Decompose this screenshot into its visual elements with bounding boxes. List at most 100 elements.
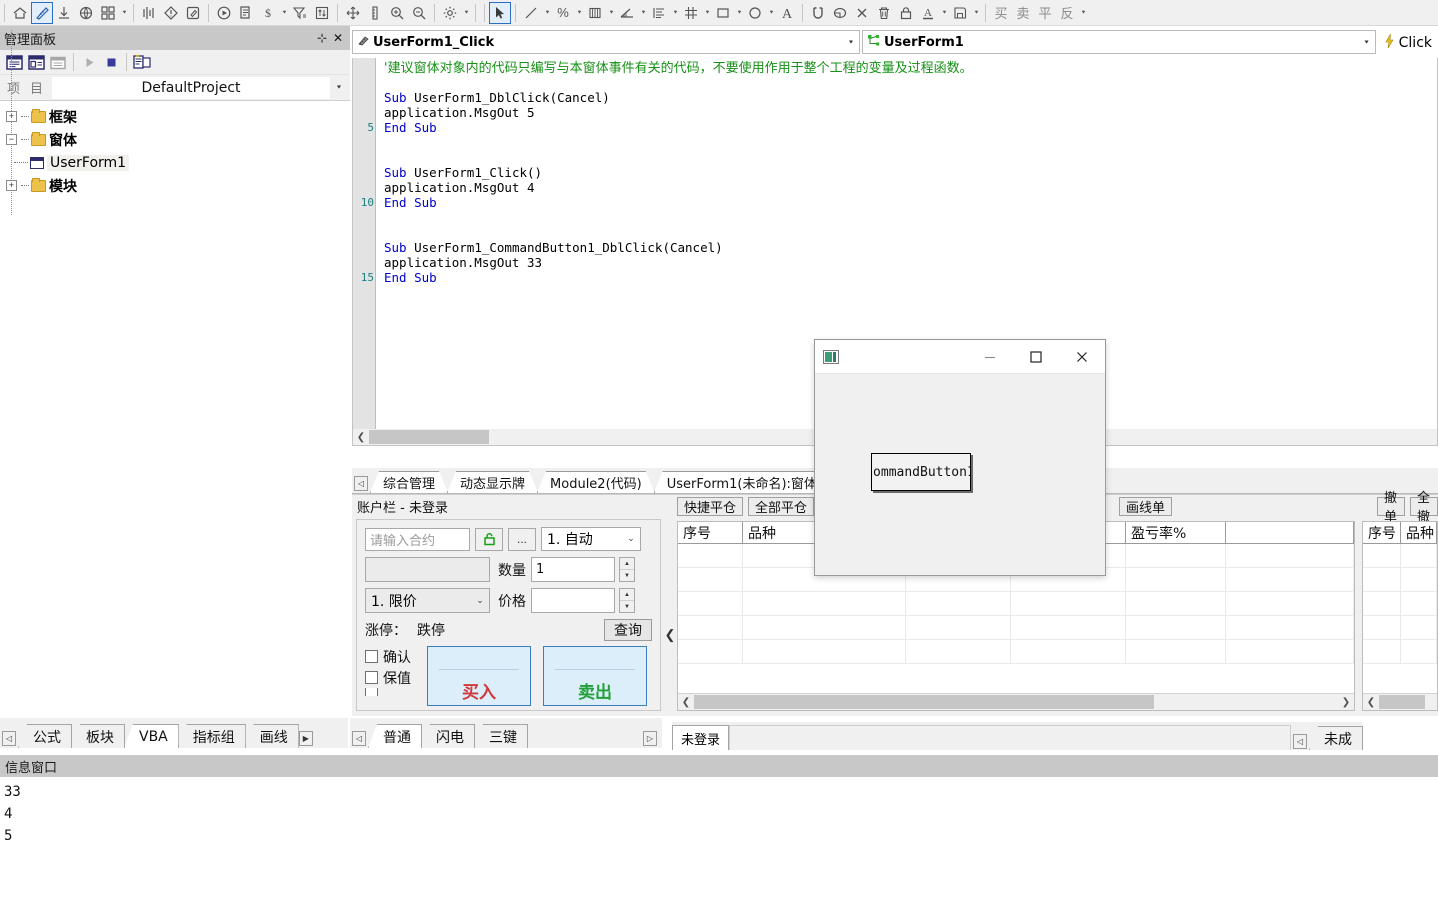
- order-hscrollbar[interactable]: ❮: [1363, 693, 1437, 710]
- ruler-icon[interactable]: [364, 2, 386, 24]
- tab-zhibiaozu[interactable]: 指标组: [177, 724, 246, 748]
- table-row[interactable]: [1363, 592, 1437, 616]
- col-pinzhong[interactable]: 品种: [1401, 522, 1437, 543]
- cancel-order-button[interactable]: 撤单: [1377, 491, 1405, 525]
- currency-dropdown[interactable]: [279, 2, 289, 24]
- btab-scroll-left[interactable]: ◁: [2, 731, 16, 746]
- tab-dongtai-xianshipai[interactable]: 动态显示牌: [447, 471, 538, 493]
- cursor-arrow-icon[interactable]: [489, 1, 511, 24]
- price-type-select[interactable]: 1. 限价 ⌄: [365, 588, 490, 613]
- col-xuhao[interactable]: 序号: [678, 522, 743, 543]
- quantity-stepper[interactable]: ▲ ▼: [619, 557, 635, 582]
- trade-buy-button[interactable]: 买: [990, 2, 1012, 24]
- download-icon[interactable]: [53, 2, 75, 24]
- col-yingkuilv[interactable]: 盈亏率%: [1126, 522, 1226, 543]
- chevron-down-icon[interactable]: [843, 31, 859, 53]
- stepper-down-icon[interactable]: ▼: [620, 601, 634, 612]
- zoom-out-icon[interactable]: [408, 2, 430, 24]
- rectangle-tool-dropdown[interactable]: [734, 2, 744, 24]
- close-icon[interactable]: [1059, 340, 1105, 373]
- minimize-icon[interactable]: [967, 340, 1013, 373]
- close-all-button[interactable]: 全部平仓: [748, 496, 815, 516]
- cancel-all-button[interactable]: 全撤: [1410, 491, 1438, 525]
- line-tool-dropdown[interactable]: [542, 2, 552, 24]
- contract-input[interactable]: 请输入合约: [365, 527, 470, 551]
- expander-icon[interactable]: −: [6, 134, 17, 145]
- ellipse-tool-icon[interactable]: [744, 2, 766, 24]
- buy-button[interactable]: 买入: [427, 646, 531, 706]
- stepper-up-icon[interactable]: ▲: [620, 589, 634, 601]
- lock-icon[interactable]: [895, 2, 917, 24]
- contract-name-input[interactable]: [365, 557, 490, 582]
- login-status-tab[interactable]: 未登录: [672, 725, 730, 750]
- line-tool-icon[interactable]: [520, 2, 542, 24]
- mode-select[interactable]: 1. 自动 ⌄: [541, 527, 641, 551]
- currency-icon[interactable]: $: [257, 2, 279, 24]
- tab-userform1[interactable]: UserForm1(未命名):窗体: [654, 471, 830, 493]
- move-icon[interactable]: [342, 2, 364, 24]
- btab-scroll-right[interactable]: ▶: [298, 731, 313, 746]
- percent-tool-icon[interactable]: %: [552, 2, 574, 24]
- btab2-scroll-right[interactable]: ▷: [643, 731, 657, 746]
- table-row[interactable]: [678, 592, 1354, 616]
- close-icon[interactable]: ✕: [330, 31, 346, 45]
- trade-sell-button[interactable]: 卖: [1012, 2, 1034, 24]
- tab-module2[interactable]: Module2(代码): [537, 471, 655, 493]
- play-circle-icon[interactable]: [213, 2, 235, 24]
- pin-icon[interactable]: ⊹: [314, 31, 330, 45]
- filter-icon[interactable]: [289, 2, 311, 24]
- unlock-icon[interactable]: [475, 527, 503, 551]
- checkbox-box[interactable]: [365, 688, 378, 696]
- refresh-globe-icon[interactable]: [75, 2, 97, 24]
- confirm-checkbox[interactable]: 确认: [365, 646, 427, 667]
- right-scroll-left[interactable]: ◁: [1293, 734, 1307, 749]
- hedge-checkbox[interactable]: 保值: [365, 667, 427, 688]
- magnet-icon[interactable]: [807, 2, 829, 24]
- quick-close-button[interactable]: 快捷平仓: [677, 496, 744, 516]
- project-combobox[interactable]: DefaultProject: [52, 76, 348, 99]
- price-input[interactable]: [531, 588, 615, 613]
- save-icon[interactable]: [949, 2, 971, 24]
- save-dropdown[interactable]: [971, 2, 981, 24]
- settings-gear-icon[interactable]: [439, 2, 461, 24]
- price-stepper[interactable]: ▲ ▼: [619, 588, 635, 613]
- grid-tool-dropdown[interactable]: [702, 2, 712, 24]
- col-xuhao[interactable]: 序号: [1363, 522, 1401, 543]
- stop-icon[interactable]: [100, 52, 122, 73]
- object-combobox[interactable]: UserForm1: [862, 30, 1376, 54]
- home-icon[interactable]: [9, 2, 31, 24]
- tree-item-forms[interactable]: − 窗体: [0, 128, 350, 151]
- userform-titlebar[interactable]: [815, 340, 1105, 374]
- scroll-right-icon[interactable]: ❯: [1338, 694, 1354, 710]
- info-window-body[interactable]: 33 4 5: [0, 777, 1438, 851]
- font-color-icon[interactable]: A: [917, 2, 939, 24]
- properties-icon[interactable]: [131, 52, 153, 73]
- chevron-down-icon[interactable]: ⌄: [471, 596, 489, 606]
- run-icon[interactable]: [78, 52, 100, 73]
- view-object-icon[interactable]: [25, 52, 47, 73]
- table-row[interactable]: [678, 640, 1354, 664]
- angle-tool-icon[interactable]: [616, 2, 638, 24]
- chevron-down-icon[interactable]: ⌄: [622, 534, 640, 544]
- channel-tool-icon[interactable]: [584, 2, 606, 24]
- stepper-up-icon[interactable]: ▲: [620, 558, 634, 570]
- edit-square-icon[interactable]: [182, 2, 204, 24]
- expander-icon[interactable]: +: [6, 111, 17, 122]
- chevron-down-icon[interactable]: [1359, 31, 1375, 53]
- draw-order-button[interactable]: 画线单: [1119, 496, 1173, 516]
- quantity-input[interactable]: 1: [531, 557, 615, 582]
- scroll-left-icon[interactable]: ❮: [678, 694, 694, 710]
- sort-updown-icon[interactable]: [311, 2, 333, 24]
- position-hscrollbar[interactable]: ❮ ❯: [678, 693, 1354, 710]
- table-row[interactable]: [678, 616, 1354, 640]
- rectangle-tool-icon[interactable]: [712, 2, 734, 24]
- scroll-left-icon[interactable]: ❮: [353, 429, 369, 445]
- table-row[interactable]: [1363, 616, 1437, 640]
- tab-scroll-left-button[interactable]: ◁: [354, 476, 368, 491]
- tab-putong[interactable]: 普通: [368, 724, 422, 748]
- maximize-icon[interactable]: [1013, 340, 1059, 373]
- table-row[interactable]: [1363, 568, 1437, 592]
- view-code-icon[interactable]: [3, 52, 25, 73]
- procedure-combobox[interactable]: UserForm1_Click: [352, 30, 860, 54]
- percent-tool-dropdown[interactable]: [574, 2, 584, 24]
